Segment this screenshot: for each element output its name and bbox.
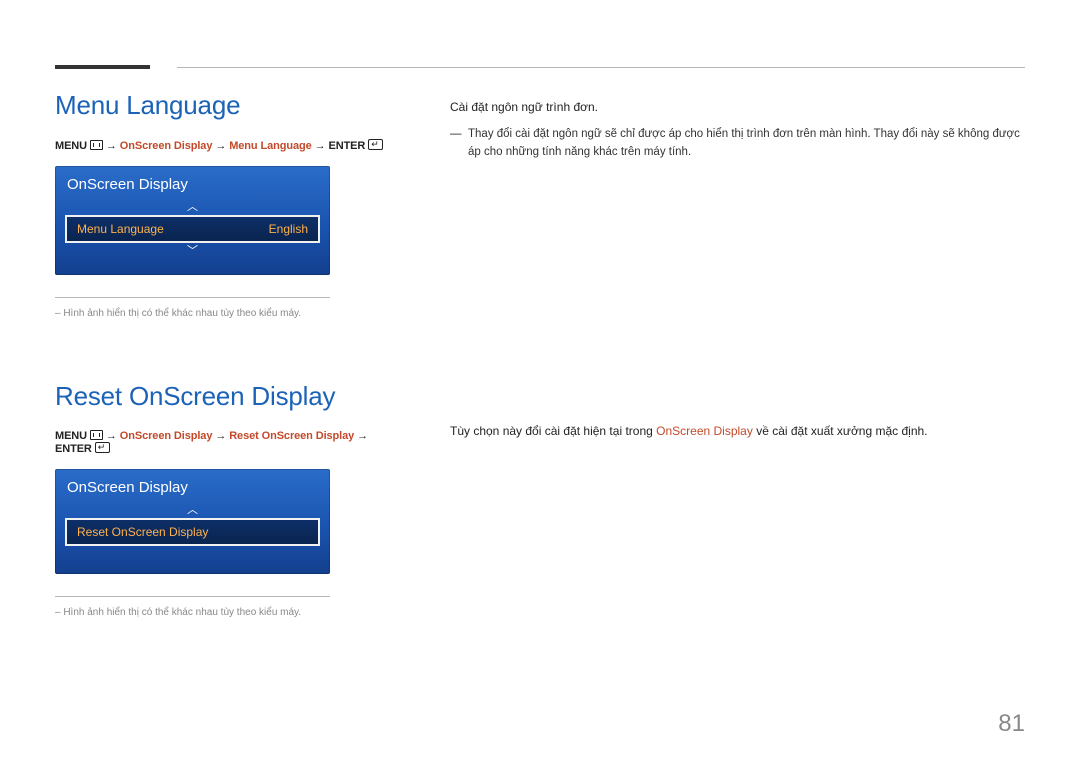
osd-row-label: Reset OnScreen Display (77, 525, 208, 539)
section2-footnote: – Hình ảnh hiển thị có thể khác nhau tùy… (55, 607, 400, 618)
chevron-up-icon[interactable]: ︿ (65, 502, 320, 518)
breadcrumb-path2: Reset OnScreen Display (229, 430, 354, 442)
section1-note: Thay đổi cài đặt ngôn ngữ sẽ chỉ được áp… (450, 126, 1025, 162)
section2-breadcrumb: MENU → OnScreen Display → Reset OnScreen… (55, 430, 400, 455)
menu-icon (90, 140, 103, 150)
header-accent-rule (55, 65, 150, 69)
breadcrumb-menu-label: MENU (55, 430, 90, 442)
osd-row-value: English (269, 222, 308, 236)
osd-header: OnScreen Display (65, 174, 320, 199)
section2-body-highlight: OnScreen Display (656, 424, 753, 438)
section1-breadcrumb: MENU → OnScreen Display → Menu Language … (55, 139, 400, 152)
breadcrumb-path1: OnScreen Display (120, 140, 213, 152)
osd-panel-2: OnScreen Display ︿ Reset OnScreen Displa… (55, 469, 330, 574)
osd-row-label: Menu Language (77, 222, 164, 236)
page-number: 81 (998, 710, 1025, 738)
breadcrumb-path1: OnScreen Display (120, 430, 213, 442)
breadcrumb-enter-label: ENTER (55, 443, 95, 455)
arrow-icon: → (215, 430, 226, 442)
osd-selected-row[interactable]: Reset OnScreen Display (65, 518, 320, 546)
arrow-icon: → (215, 140, 226, 152)
enter-icon (368, 139, 383, 150)
arrow-icon: → (357, 430, 368, 442)
osd-panel-1: OnScreen Display ︿ Menu Language English… (55, 166, 330, 275)
section2-body: Tùy chọn này đổi cài đặt hiện tại trong … (450, 422, 1025, 440)
section2-title: Reset OnScreen Display (55, 381, 400, 412)
divider (55, 297, 330, 298)
menu-icon (90, 430, 103, 440)
enter-icon (95, 442, 110, 453)
section1-footnote: – Hình ảnh hiển thị có thể khác nhau tùy… (55, 308, 400, 319)
breadcrumb-menu-label: MENU (55, 140, 90, 152)
arrow-icon: → (315, 140, 326, 152)
section2-body-pre: Tùy chọn này đổi cài đặt hiện tại trong (450, 424, 656, 438)
chevron-down-icon[interactable]: ﹀ (65, 243, 320, 259)
section1-title: Menu Language (55, 90, 400, 121)
divider (55, 596, 330, 597)
arrow-icon: → (106, 140, 117, 152)
section2-body-post: về cài đặt xuất xưởng mặc định. (753, 424, 928, 438)
section1-body: Cài đặt ngôn ngữ trình đơn. (450, 98, 1025, 116)
chevron-up-icon[interactable]: ︿ (65, 199, 320, 215)
breadcrumb-enter-label: ENTER (328, 140, 368, 152)
header-rule (177, 67, 1025, 68)
osd-selected-row[interactable]: Menu Language English (65, 215, 320, 243)
osd-header: OnScreen Display (65, 477, 320, 502)
breadcrumb-path2: Menu Language (229, 140, 311, 152)
arrow-icon: → (106, 430, 117, 442)
